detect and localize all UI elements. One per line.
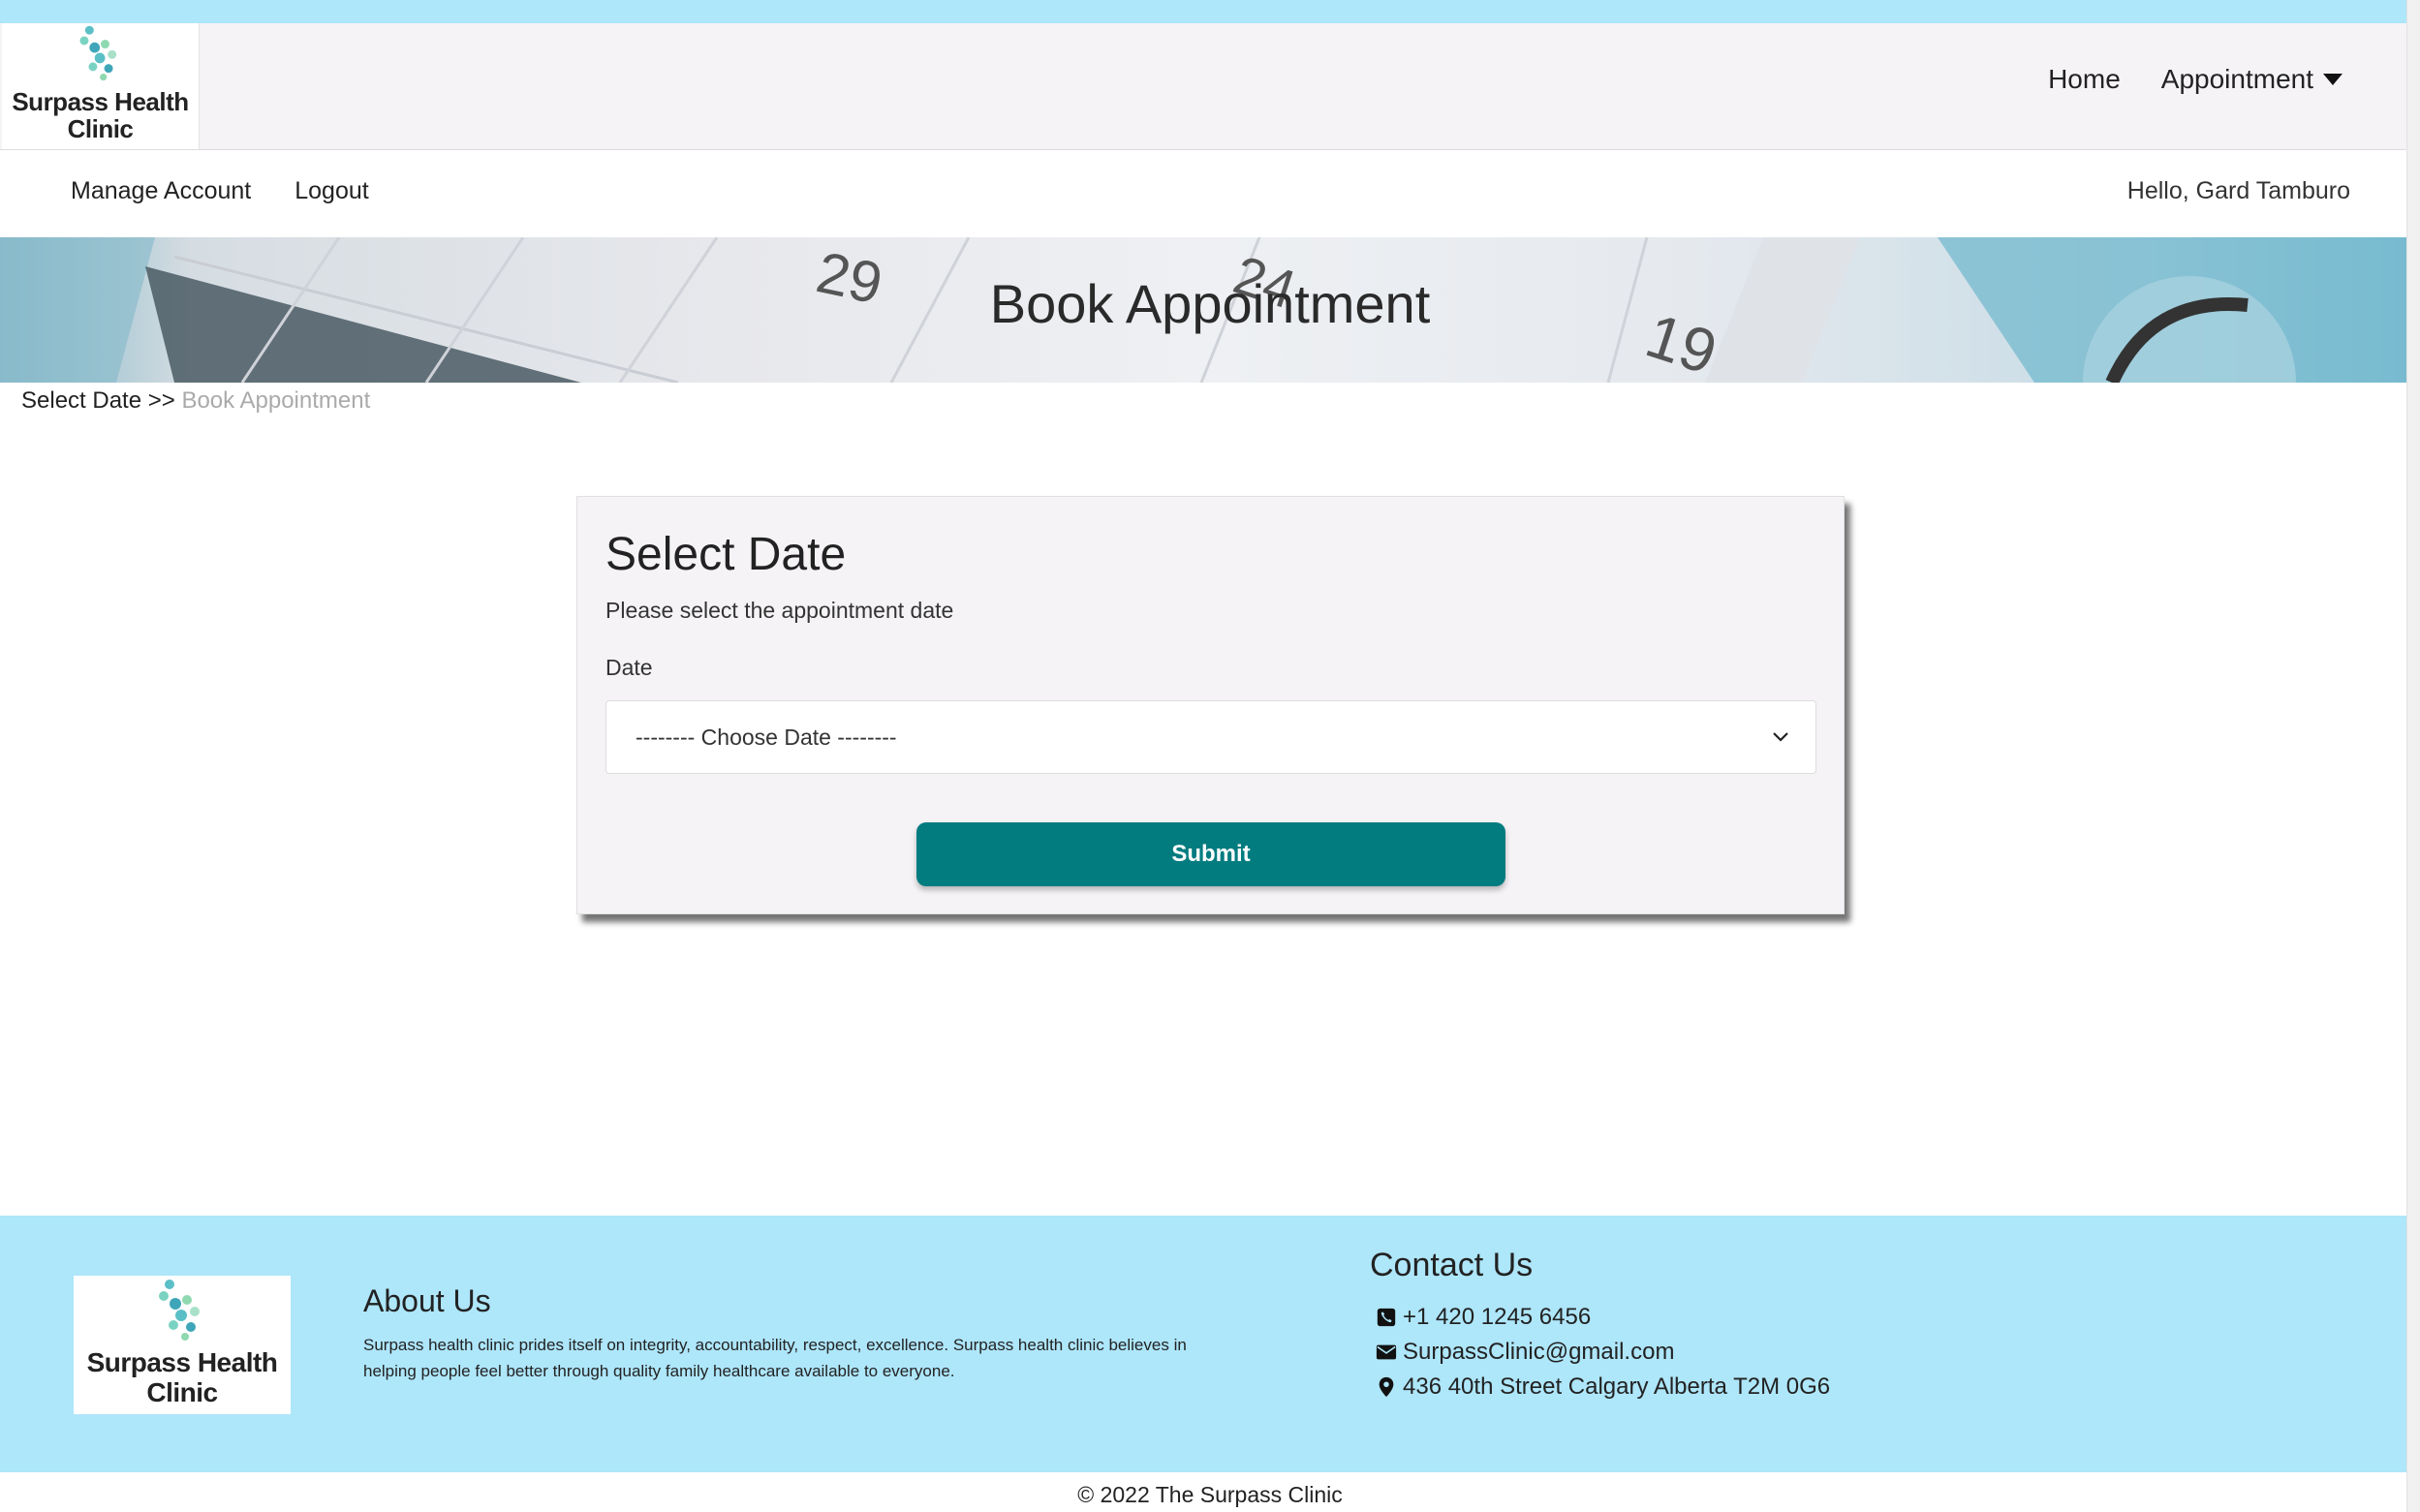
logo-line-1: Surpass Health bbox=[12, 86, 189, 116]
logout-link[interactable]: Logout bbox=[295, 177, 368, 205]
breadcrumb-separator: >> bbox=[147, 387, 175, 414]
about-title: About Us bbox=[363, 1283, 491, 1318]
nav-appointment-dropdown[interactable]: Appointment bbox=[2161, 64, 2342, 95]
contact-list: +1 420 1245 6456 SurpassClinic@gmail.com… bbox=[1376, 1300, 1830, 1404]
select-date-card: Select Date Please select the appointmen… bbox=[576, 496, 1845, 914]
contact-title: Contact Us bbox=[1370, 1247, 1534, 1283]
date-label: Date bbox=[605, 655, 653, 680]
top-strip bbox=[0, 0, 2420, 23]
footer-logo-text: Surpass Health Clinic bbox=[87, 1348, 278, 1408]
phone-number: +1 420 1245 6456 bbox=[1403, 1304, 1592, 1330]
logo-text: Surpass Health Clinic bbox=[12, 86, 189, 144]
breadcrumb-select-date[interactable]: Select Date bbox=[21, 387, 141, 414]
logo[interactable]: Surpass Health Clinic bbox=[2, 23, 200, 149]
submit-button[interactable]: Submit bbox=[916, 822, 1505, 886]
card-title: Select Date bbox=[605, 529, 847, 580]
nav-home-link[interactable]: Home bbox=[2048, 64, 2121, 95]
account-bar: Manage Account Logout Hello, Gard Tambur… bbox=[0, 150, 2420, 237]
envelope-icon bbox=[1376, 1344, 1397, 1360]
caret-down-icon bbox=[2323, 74, 2342, 85]
page-title: Book Appointment bbox=[989, 273, 1431, 334]
footer-logo-mark-icon bbox=[159, 1280, 200, 1342]
contact-phone: +1 420 1245 6456 bbox=[1376, 1300, 1830, 1335]
phone-icon bbox=[1377, 1308, 1396, 1327]
scrollbar[interactable] bbox=[2406, 0, 2420, 1512]
footer: Surpass Health Clinic About Us Surpass h… bbox=[0, 1216, 2420, 1472]
nav-home-label: Home bbox=[2048, 64, 2121, 94]
footer-logo-line-1: Surpass Health bbox=[86, 1347, 278, 1378]
user-greeting: Hello, Gard Tamburo bbox=[2126, 177, 2350, 204]
breadcrumb: Select Date >> Book Appointment bbox=[21, 387, 370, 415]
email-address: SurpassClinic@gmail.com bbox=[1403, 1339, 1675, 1365]
footer-logo-line-2: Clinic bbox=[146, 1377, 218, 1408]
main-nav: Home Appointment bbox=[2048, 64, 2342, 95]
map-marker-icon bbox=[1379, 1376, 1394, 1398]
card-subtitle: Please select the appointment date bbox=[605, 598, 954, 623]
about-text: Surpass health clinic prides itself on i… bbox=[363, 1336, 1187, 1380]
hero-banner: 29 24 19 Book Appointment bbox=[0, 237, 2420, 383]
footer-logo: Surpass Health Clinic bbox=[74, 1276, 291, 1414]
chevron-down-icon bbox=[1773, 732, 1788, 742]
manage-account-link[interactable]: Manage Account bbox=[71, 177, 251, 205]
navbar: Surpass Health Clinic Home Appointment bbox=[0, 23, 2420, 150]
copyright: © 2022 The Surpass Clinic bbox=[1077, 1482, 1343, 1507]
breadcrumb-book-appointment: Book Appointment bbox=[181, 387, 371, 414]
street-address: 436 40th Street Calgary Alberta T2M 0G6 bbox=[1403, 1373, 1831, 1400]
logo-line-2: Clinic bbox=[67, 114, 134, 144]
nav-appointment-label: Appointment bbox=[2160, 64, 2313, 94]
contact-address: 436 40th Street Calgary Alberta T2M 0G6 bbox=[1376, 1370, 1830, 1404]
date-select[interactable]: -------- Choose Date -------- bbox=[605, 700, 1816, 774]
date-select-value: -------- Choose Date -------- bbox=[636, 724, 897, 750]
contact-email: SurpassClinic@gmail.com bbox=[1376, 1335, 1830, 1370]
logo-mark-icon bbox=[78, 25, 116, 81]
